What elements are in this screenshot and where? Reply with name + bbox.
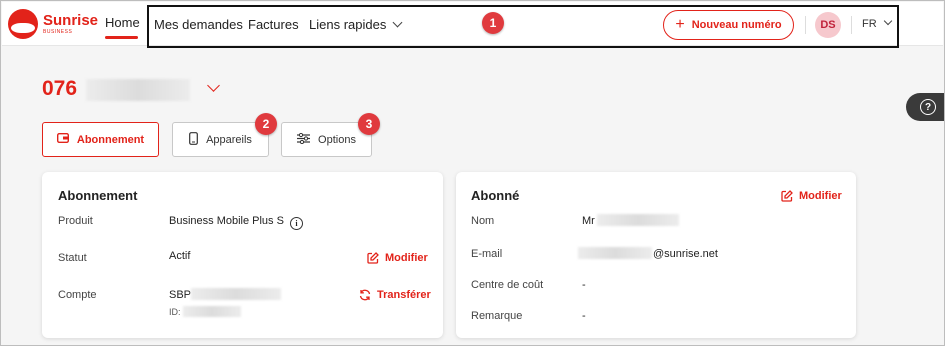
- compte-id-label: ID:: [169, 307, 181, 317]
- edit-icon: [367, 252, 379, 264]
- modifier-statut-label: Modifier: [385, 252, 428, 264]
- phone-icon: [189, 131, 198, 148]
- modifier-abonne-button[interactable]: Modifier: [781, 190, 842, 202]
- question-icon: ?: [920, 99, 936, 115]
- tab-appareils-label: Appareils: [206, 133, 252, 146]
- abonnement-card: Abonnement Produit Business Mobile Plus …: [42, 172, 443, 338]
- nom-value: Mr: [582, 215, 595, 227]
- statut-value: Actif: [169, 250, 191, 262]
- annotation-badge-2: 2: [255, 113, 277, 135]
- tab-appareils[interactable]: Appareils: [172, 122, 269, 157]
- nav-home[interactable]: Home: [105, 15, 140, 30]
- chevron-down-icon[interactable]: [207, 79, 220, 92]
- transferer-button[interactable]: Transférer: [359, 289, 431, 301]
- tab-abonnement[interactable]: Abonnement: [42, 122, 159, 157]
- sliders-icon: [297, 132, 311, 147]
- redacted-nom: [597, 214, 679, 226]
- email-label: E-mail: [471, 248, 503, 260]
- produit-value-text: Business Mobile Plus S: [169, 215, 284, 227]
- brand-sub: BUSINESS: [43, 29, 73, 35]
- statut-label: Statut: [58, 252, 87, 264]
- annotation-badge-3: 3: [358, 113, 380, 135]
- tab-abonnement-label: Abonnement: [76, 133, 145, 146]
- redacted-compte-id: [183, 306, 241, 317]
- phone-number-prefix: 076: [42, 77, 78, 100]
- brand-name: Sunrise: [43, 12, 99, 29]
- redacted-email: [578, 247, 652, 259]
- email-value: @sunrise.net: [653, 248, 718, 260]
- centre-de-cout-value: -: [582, 279, 586, 291]
- wallet-icon: [56, 132, 69, 146]
- transferer-label: Transférer: [377, 289, 431, 301]
- nom-label: Nom: [471, 215, 495, 227]
- modifier-statut-button[interactable]: Modifier: [367, 252, 428, 264]
- compte-value: SBP: [169, 289, 192, 301]
- produit-label: Produit: [58, 215, 93, 227]
- abonne-card-title: Abonné: [471, 188, 520, 203]
- edit-icon: [781, 190, 793, 202]
- abonnement-card-title: Abonnement: [58, 188, 138, 203]
- remarque-value: -: [582, 310, 586, 322]
- remarque-label: Remarque: [471, 310, 523, 322]
- redacted-phone-digits: [86, 79, 190, 101]
- sunrise-logo[interactable]: Sunrise BUSINESS: [8, 9, 98, 39]
- help-button[interactable]: ?: [906, 93, 944, 121]
- redacted-compte: [191, 288, 281, 300]
- abonne-card: Abonné Modifier Nom Mr E-mail @sunrise.n…: [456, 172, 856, 338]
- annotation-badge-1: 1: [482, 12, 504, 34]
- centre-de-cout-label: Centre de coût: [471, 279, 544, 291]
- app-frame: Sunrise BUSINESS Home Mes demandes Factu…: [0, 0, 945, 346]
- annotation-highlight-box: [147, 5, 899, 48]
- modifier-abonne-label: Modifier: [799, 190, 842, 202]
- compte-label: Compte: [58, 289, 97, 301]
- produit-value: Business Mobile Plus S i: [169, 215, 303, 230]
- refresh-icon: [359, 289, 371, 301]
- active-nav-indicator: [105, 36, 138, 39]
- tab-options-label: Options: [318, 133, 356, 146]
- sunrise-logo-icon: [8, 9, 38, 39]
- info-icon[interactable]: i: [289, 217, 303, 230]
